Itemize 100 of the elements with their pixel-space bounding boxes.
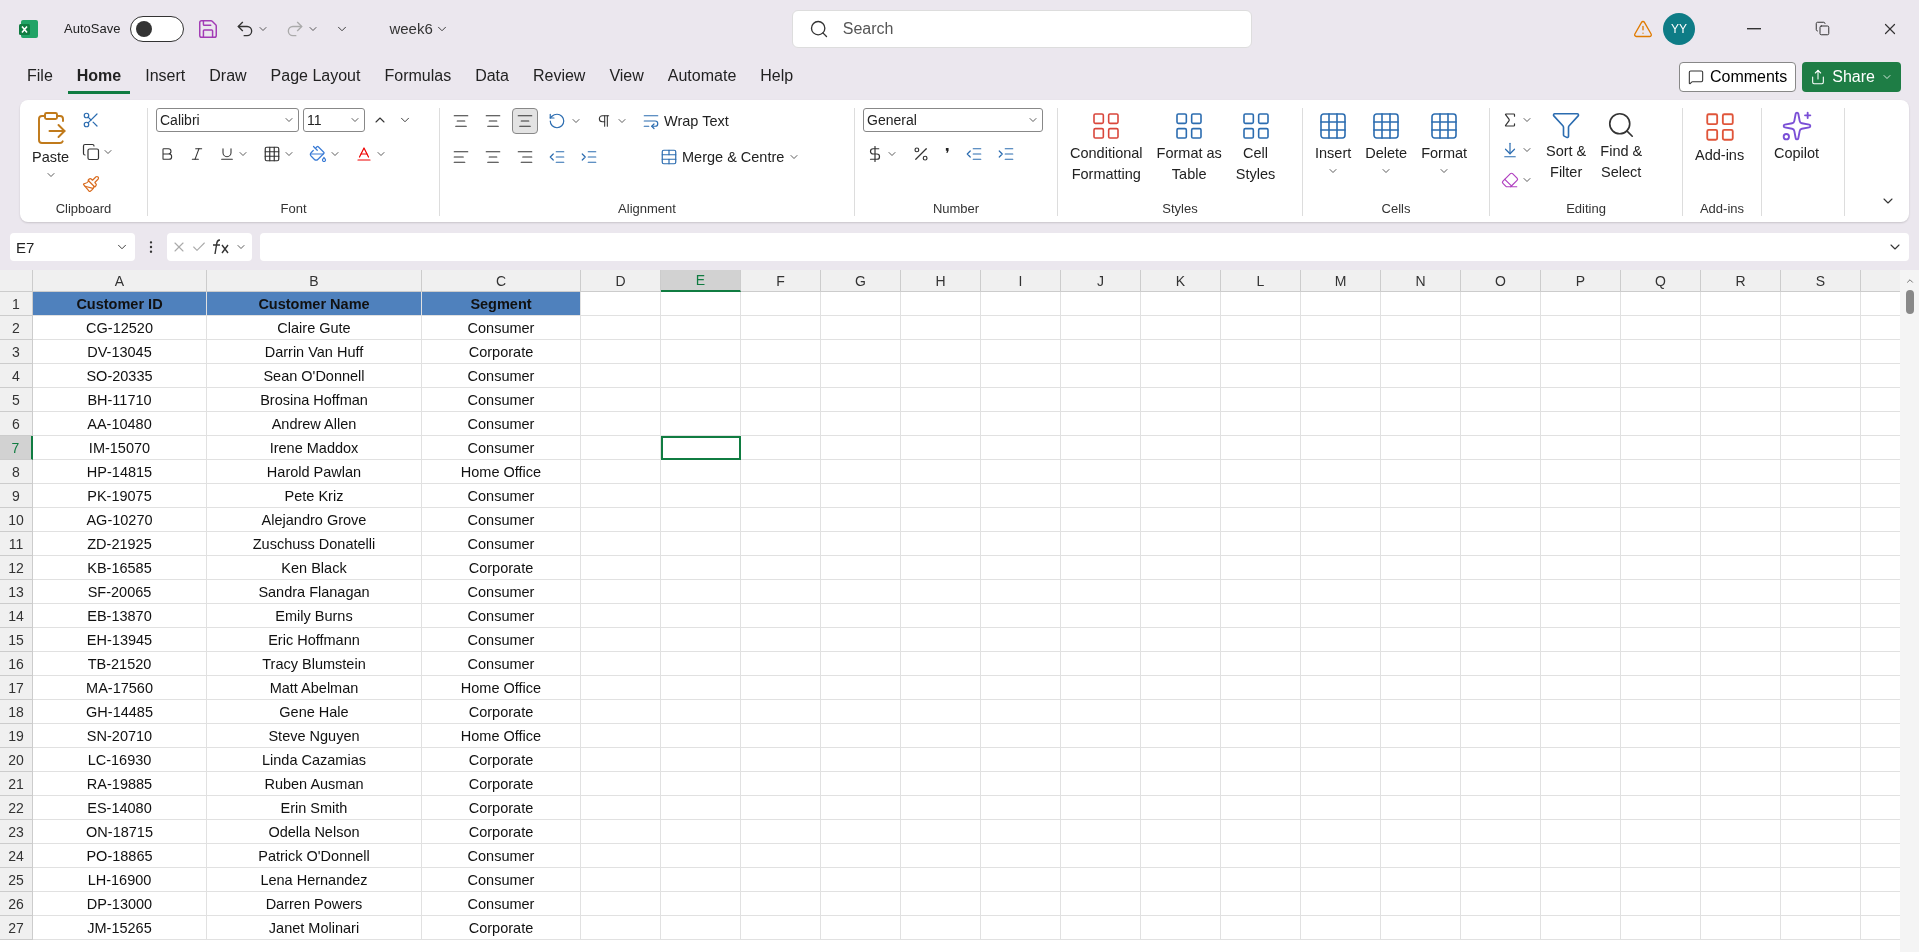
menu-tab[interactable]: Review xyxy=(523,60,595,94)
table-cell[interactable]: Pete Kriz xyxy=(207,484,422,508)
table-cell[interactable]: Claire Gute xyxy=(207,316,422,340)
number-format-dropdown[interactable]: General xyxy=(863,108,1043,132)
find-select-button[interactable]: Find & Select xyxy=(1596,108,1647,184)
table-cell[interactable]: Janet Molinari xyxy=(207,916,422,940)
column-header[interactable]: H xyxy=(901,270,981,292)
table-cell[interactable]: LC-16930 xyxy=(33,748,207,772)
column-header[interactable]: B xyxy=(207,270,422,292)
column-header[interactable]: L xyxy=(1221,270,1301,292)
column-header[interactable]: P xyxy=(1541,270,1621,292)
column-header[interactable]: M xyxy=(1301,270,1381,292)
menu-tab[interactable]: Insert xyxy=(136,60,195,94)
table-cell[interactable]: Home Office xyxy=(422,676,581,700)
table-cell[interactable]: Matt Abelman xyxy=(207,676,422,700)
table-cell[interactable]: BH-11710 xyxy=(33,388,207,412)
row-header[interactable]: 7 xyxy=(0,436,33,460)
column-header[interactable]: R xyxy=(1701,270,1781,292)
table-cell[interactable]: Consumer xyxy=(422,316,581,340)
styles-button[interactable]: Format as Table xyxy=(1152,108,1226,186)
table-cell[interactable]: SO-20335 xyxy=(33,364,207,388)
row-header[interactable]: 19 xyxy=(0,724,33,748)
table-cell[interactable]: Andrew Allen xyxy=(207,412,422,436)
row-header[interactable]: 27 xyxy=(0,916,33,940)
menu-tab[interactable]: Help xyxy=(751,60,803,94)
table-cell[interactable]: Consumer xyxy=(422,580,581,604)
row-header[interactable]: 12 xyxy=(0,556,33,580)
table-cell[interactable]: Irene Maddox xyxy=(207,436,422,460)
column-header[interactable]: F xyxy=(741,270,821,292)
row-header[interactable]: 16 xyxy=(0,652,33,676)
cells-button[interactable]: Insert xyxy=(1311,108,1356,179)
table-cell[interactable]: Corporate xyxy=(422,556,581,580)
search-input[interactable]: Search xyxy=(840,18,1235,39)
table-cell[interactable]: SF-20065 xyxy=(33,580,207,604)
menu-tab[interactable]: Draw xyxy=(200,60,256,94)
table-cell[interactable]: CG-12520 xyxy=(33,316,207,340)
menu-tab[interactable]: Formulas xyxy=(375,60,461,94)
menu-tab[interactable]: View xyxy=(600,60,653,94)
row-header[interactable]: 13 xyxy=(0,580,33,604)
table-cell[interactable]: Sandra Flanagan xyxy=(207,580,422,604)
column-header[interactable]: D xyxy=(581,270,661,292)
menu-tab[interactable]: Home xyxy=(67,60,131,94)
filename-button[interactable]: week6 xyxy=(386,17,452,40)
table-cell[interactable]: Odella Nelson xyxy=(207,820,422,844)
comma-style-button[interactable]: ❜ xyxy=(941,142,954,166)
row-header[interactable]: 26 xyxy=(0,892,33,916)
table-cell[interactable]: Consumer xyxy=(422,868,581,892)
table-cell[interactable]: Consumer xyxy=(422,628,581,652)
add-ins-button[interactable]: Add-ins xyxy=(1691,108,1749,167)
table-cell[interactable]: Sean O'Donnell xyxy=(207,364,422,388)
cells-button[interactable]: Format xyxy=(1417,108,1472,179)
column-header[interactable]: N xyxy=(1381,270,1461,292)
table-cell[interactable]: DP-13000 xyxy=(33,892,207,916)
row-header[interactable]: 25 xyxy=(0,868,33,892)
column-header[interactable]: Q xyxy=(1621,270,1701,292)
table-cell[interactable]: Corporate xyxy=(422,700,581,724)
table-cell[interactable]: Consumer xyxy=(422,604,581,628)
table-cell[interactable]: Zuschuss Donatelli xyxy=(207,532,422,556)
row-header[interactable]: 18 xyxy=(0,700,33,724)
name-box[interactable]: E7 xyxy=(10,233,135,261)
paste-button[interactable]: Paste xyxy=(28,108,74,183)
formula-field[interactable] xyxy=(260,233,1909,261)
table-cell[interactable]: Linda Cazamias xyxy=(207,748,422,772)
table-cell[interactable]: ON-18715 xyxy=(33,820,207,844)
menu-tab[interactable]: Page Layout xyxy=(261,60,370,94)
table-cell[interactable]: ZD-21925 xyxy=(33,532,207,556)
table-cell[interactable]: Corporate xyxy=(422,340,581,364)
active-cell[interactable] xyxy=(661,436,741,460)
row-header[interactable]: 1 xyxy=(0,292,33,316)
row-header[interactable]: 10 xyxy=(0,508,33,532)
font-size-dropdown[interactable]: 11 xyxy=(303,108,365,132)
scroll-thumb[interactable] xyxy=(1905,290,1914,314)
search-field[interactable]: Search xyxy=(791,9,1252,48)
table-cell[interactable]: Corporate xyxy=(422,820,581,844)
table-cell[interactable]: GH-14485 xyxy=(33,700,207,724)
wrap-text-button[interactable]: Wrap Text xyxy=(638,108,733,134)
bottom-align-button[interactable] xyxy=(512,108,538,134)
column-heading-cell[interactable]: Segment xyxy=(422,292,581,316)
table-cell[interactable]: Corporate xyxy=(422,772,581,796)
column-header[interactable]: O xyxy=(1461,270,1541,292)
table-cell[interactable]: JM-15265 xyxy=(33,916,207,940)
styles-button[interactable]: Cell Styles xyxy=(1231,108,1280,186)
table-cell[interactable]: Darrin Van Huff xyxy=(207,340,422,364)
row-header[interactable]: 23 xyxy=(0,820,33,844)
table-cell[interactable]: Erin Smith xyxy=(207,796,422,820)
table-cell[interactable]: MA-17560 xyxy=(33,676,207,700)
table-cell[interactable]: RA-19885 xyxy=(33,772,207,796)
row-header[interactable]: 20 xyxy=(0,748,33,772)
table-cell[interactable]: AA-10480 xyxy=(33,412,207,436)
row-header[interactable]: 11 xyxy=(0,532,33,556)
table-cell[interactable]: Consumer xyxy=(422,508,581,532)
table-cell[interactable]: KB-16585 xyxy=(33,556,207,580)
row-header[interactable]: 21 xyxy=(0,772,33,796)
copilot-button[interactable]: Copilot xyxy=(1770,108,1824,165)
column-header[interactable]: S xyxy=(1781,270,1861,292)
column-header[interactable]: G xyxy=(821,270,901,292)
merge-centre-button[interactable]: Merge & Centre xyxy=(656,144,805,170)
table-cell[interactable]: ES-14080 xyxy=(33,796,207,820)
table-cell[interactable]: Ken Black xyxy=(207,556,422,580)
table-cell[interactable]: Lena Hernandez xyxy=(207,868,422,892)
